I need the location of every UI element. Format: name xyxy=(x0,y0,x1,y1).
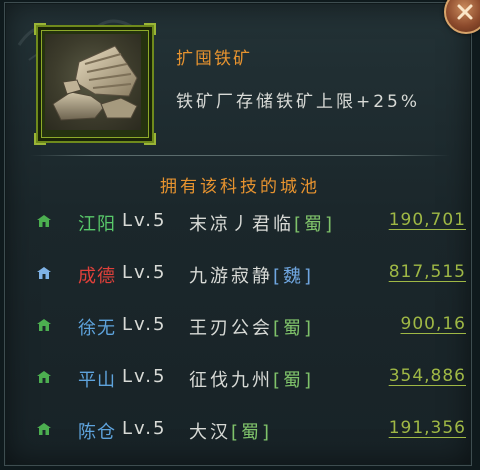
section-title: 拥有该科技的城池 xyxy=(160,177,320,197)
tech-icon-frame xyxy=(34,23,156,145)
player-name: 征伐九州[蜀] xyxy=(189,366,314,392)
city-icon xyxy=(37,319,51,331)
player-label: 末凉丿君临 xyxy=(189,214,294,235)
faction-tag: [蜀] xyxy=(273,318,315,339)
iron-ore-rock-icon xyxy=(52,45,138,121)
city-row: 平山 Lv.5 征伐九州[蜀] 354,886 xyxy=(0,366,480,396)
city-row: 成德 Lv.5 九游寂静[魏] 817,515 xyxy=(0,262,480,292)
player-name: 末凉丿君临[蜀] xyxy=(189,210,335,236)
player-name: 大汉[蜀] xyxy=(189,418,272,444)
city-coordinates-link[interactable]: 190,701 xyxy=(389,210,466,230)
city-level: Lv.5 xyxy=(122,210,167,231)
city-coordinates-link[interactable]: 817,515 xyxy=(389,262,466,282)
tech-name: 扩囤铁矿 xyxy=(176,49,252,69)
city-icon xyxy=(37,423,51,435)
city-icon xyxy=(37,267,51,279)
close-icon xyxy=(457,4,473,20)
city-level: Lv.5 xyxy=(122,262,167,283)
city-level: Lv.5 xyxy=(122,418,167,439)
city-name[interactable]: 平山 xyxy=(78,366,116,392)
player-name: 九游寂静[魏] xyxy=(189,262,314,288)
divider xyxy=(30,155,450,156)
player-label: 大汉 xyxy=(189,422,231,443)
city-name[interactable]: 徐无 xyxy=(78,314,116,340)
faction-tag: [蜀] xyxy=(231,422,273,443)
faction-tag: [魏] xyxy=(273,266,315,287)
player-label: 王刃公会 xyxy=(189,318,273,339)
city-coordinates-link[interactable]: 354,886 xyxy=(389,366,466,386)
tech-description: 铁矿厂存储铁矿上限+25% xyxy=(176,92,421,112)
city-icon xyxy=(37,215,51,227)
faction-tag: [蜀] xyxy=(273,370,315,391)
city-icon xyxy=(37,371,51,383)
city-row: 江阳 Lv.5 末凉丿君临[蜀] 190,701 xyxy=(0,210,480,240)
city-row: 徐无 Lv.5 王刃公会[蜀] 900,16 xyxy=(0,314,480,344)
player-name: 王刃公会[蜀] xyxy=(189,314,314,340)
city-coordinates-link[interactable]: 900,16 xyxy=(401,314,466,334)
city-name[interactable]: 陈仓 xyxy=(78,418,116,444)
city-name[interactable]: 成德 xyxy=(78,262,116,288)
faction-tag: [蜀] xyxy=(294,214,336,235)
city-level: Lv.5 xyxy=(122,314,167,335)
player-label: 征伐九州 xyxy=(189,370,273,391)
city-row: 陈仓 Lv.5 大汉[蜀] 191,356 xyxy=(0,418,480,448)
city-name[interactable]: 江阳 xyxy=(78,210,116,236)
player-label: 九游寂静 xyxy=(189,266,273,287)
city-coordinates-link[interactable]: 191,356 xyxy=(389,418,466,438)
city-level: Lv.5 xyxy=(122,366,167,387)
